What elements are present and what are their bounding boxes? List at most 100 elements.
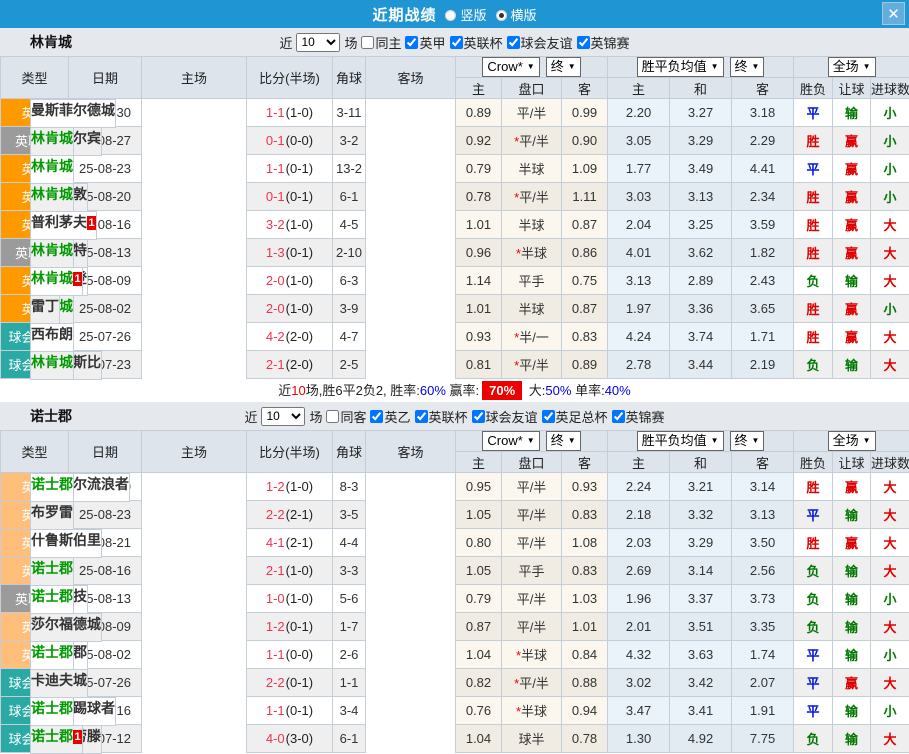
result-handicap: 赢 bbox=[833, 127, 871, 155]
corner-score: 6-3 bbox=[333, 267, 366, 295]
odds-source-select[interactable]: Crow*▼ bbox=[482, 431, 539, 451]
league-filter-label: 英锦赛 bbox=[591, 33, 630, 52]
summary-segment: 场,胜6平2负2, 胜率: bbox=[306, 383, 420, 398]
score-cell: 1-3(0-1) bbox=[247, 239, 333, 267]
layout-radio-vertical-icon[interactable] bbox=[445, 10, 456, 21]
final-odds-select[interactable]: 终▼ bbox=[546, 431, 581, 451]
result-outcome: 胜 bbox=[794, 127, 833, 155]
odds-away: 0.75 bbox=[562, 267, 608, 295]
league-filter-checkbox[interactable] bbox=[612, 410, 625, 423]
result-goals: 大 bbox=[871, 351, 909, 379]
avg-draw-odds: 3.27 bbox=[670, 99, 732, 127]
league-filter-checkbox[interactable] bbox=[370, 410, 383, 423]
odds-home: 1.01 bbox=[456, 295, 502, 323]
score-cell: 4-0(3-0) bbox=[247, 725, 333, 753]
odds-home: 1.05 bbox=[456, 501, 502, 529]
avg-home-odds: 3.05 bbox=[608, 127, 670, 155]
dropdown-arrow-icon: ▼ bbox=[863, 432, 871, 450]
odds-home: 0.96 bbox=[456, 239, 502, 267]
sub-col-header: 让球 bbox=[833, 452, 871, 473]
handicap: *平/半 bbox=[502, 183, 562, 211]
league-filter[interactable]: 英锦赛 bbox=[577, 33, 630, 52]
result-handicap: 输 bbox=[833, 697, 871, 725]
layout-radio-group: 竖版 横版 bbox=[436, 5, 536, 24]
odds-source-select-label: Crow* bbox=[487, 58, 522, 76]
league-filter[interactable]: 英联杯 bbox=[415, 407, 468, 426]
result-goals: 小 bbox=[871, 585, 909, 613]
fullmatch-select[interactable]: 全场▼ bbox=[828, 431, 876, 451]
halftime-score: (1-0) bbox=[286, 105, 313, 120]
league-filter-checkbox[interactable] bbox=[472, 410, 485, 423]
new-odds-star: * bbox=[514, 676, 519, 691]
result-goals: 大 bbox=[871, 267, 909, 295]
corner-score: 13-2 bbox=[333, 155, 366, 183]
league-filter-checkbox[interactable] bbox=[450, 36, 463, 49]
odds-away: 0.83 bbox=[562, 557, 608, 585]
red-card-badge: 1 bbox=[73, 730, 82, 744]
league-filter[interactable]: 英联杯 bbox=[450, 33, 503, 52]
layout-radio-vertical-label[interactable]: 竖版 bbox=[460, 8, 486, 23]
away-team-name: 雷丁 bbox=[31, 298, 59, 314]
match-count-select[interactable]: 10 bbox=[296, 33, 340, 52]
fullmatch-select[interactable]: 全场▼ bbox=[828, 57, 876, 77]
league-filter[interactable]: 球会友谊 bbox=[507, 33, 573, 52]
halftime-score: (1-0) bbox=[286, 479, 313, 494]
league-filter-label: 球会友谊 bbox=[521, 33, 573, 52]
handicap: 平/半 bbox=[502, 473, 562, 501]
corner-score: 3-9 bbox=[333, 295, 366, 323]
league-filter-checkbox[interactable] bbox=[542, 410, 555, 423]
away-team-name: 诺士郡 bbox=[31, 728, 73, 744]
league-filter[interactable]: 英足总杯 bbox=[542, 407, 608, 426]
same-venue-checkbox[interactable] bbox=[361, 36, 374, 49]
score-cell: 0-1(0-1) bbox=[247, 183, 333, 211]
league-filter-checkbox[interactable] bbox=[507, 36, 520, 49]
odds-source-select[interactable]: Crow*▼ bbox=[482, 57, 539, 77]
match-count-select[interactable]: 10 bbox=[261, 407, 305, 426]
league-filter[interactable]: 英甲 bbox=[405, 33, 445, 52]
avg-draw-odds: 3.21 bbox=[670, 473, 732, 501]
avg-away-odds: 1.71 bbox=[732, 323, 794, 351]
away-team-name: 林肯城 bbox=[31, 354, 73, 370]
halftime-score: (1-0) bbox=[286, 273, 313, 288]
odds-source-header: Crow*▼ 终▼ bbox=[456, 57, 608, 78]
col-header: 类型 bbox=[1, 57, 69, 99]
league-filter-checkbox[interactable] bbox=[577, 36, 590, 49]
close-button[interactable]: ✕ bbox=[882, 2, 905, 25]
final-odds-select[interactable]: 终▼ bbox=[546, 57, 581, 77]
fulltime-score: 2-2 bbox=[266, 507, 285, 522]
sub-col-header: 盘口 bbox=[502, 452, 562, 473]
result-goals: 小 bbox=[871, 697, 909, 725]
layout-radio-horizontal-label[interactable]: 横版 bbox=[511, 8, 537, 23]
league-filter-checkbox[interactable] bbox=[415, 410, 428, 423]
odds-away: 1.08 bbox=[562, 529, 608, 557]
corner-score: 3-2 bbox=[333, 127, 366, 155]
league-filter-checkbox[interactable] bbox=[405, 36, 418, 49]
fulltime-score: 3-2 bbox=[266, 217, 285, 232]
same-venue-filter[interactable]: 同主 bbox=[361, 33, 401, 52]
avg-draw-odds: 3.25 bbox=[670, 211, 732, 239]
table-row: 球会友谊25-07-26诺士郡2-2(0-1)1-1卡迪夫城0.82*平/半0.… bbox=[1, 669, 909, 697]
away-team-name: 莎尔福德城 bbox=[31, 616, 101, 632]
avg-odds-select[interactable]: 胜平负均值▼ bbox=[637, 431, 724, 451]
summary-segment: 40% bbox=[605, 383, 631, 398]
avg-final-odds-select[interactable]: 终▼ bbox=[730, 57, 765, 77]
same-venue-filter[interactable]: 同客 bbox=[326, 407, 366, 426]
avg-odds-select[interactable]: 胜平负均值▼ bbox=[637, 57, 724, 77]
away-team: 雷丁 bbox=[30, 295, 60, 324]
league-filter[interactable]: 英乙 bbox=[370, 407, 410, 426]
same-venue-checkbox[interactable] bbox=[326, 410, 339, 423]
league-filter[interactable]: 英锦赛 bbox=[612, 407, 665, 426]
table-row: 球会友谊25-07-23格里姆斯比2-1(2-0)2-5林肯城0.81*平/半0… bbox=[1, 351, 909, 379]
odds-home: 0.87 bbox=[456, 613, 502, 641]
match-table: 类型日期主场比分(半场)角球客场Crow*▼终▼胜平负均值▼终▼全场▼主盘口客主… bbox=[0, 430, 909, 753]
layout-radio-horizontal-icon[interactable] bbox=[496, 10, 507, 21]
avg-home-odds: 4.01 bbox=[608, 239, 670, 267]
sub-col-header: 主 bbox=[456, 78, 502, 99]
avg-odds-select-label: 胜平负均值 bbox=[642, 58, 707, 76]
avg-draw-odds: 2.89 bbox=[670, 267, 732, 295]
halftime-score: (1-0) bbox=[286, 591, 313, 606]
result-handicap: 赢 bbox=[833, 239, 871, 267]
avg-draw-odds: 3.36 bbox=[670, 295, 732, 323]
avg-final-odds-select[interactable]: 终▼ bbox=[730, 431, 765, 451]
league-filter[interactable]: 球会友谊 bbox=[472, 407, 538, 426]
